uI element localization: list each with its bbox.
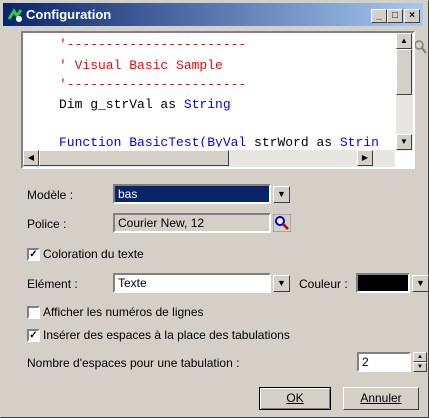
numeros-label: Afficher les numéros de lignes [43,305,204,319]
ok-button-label: OK [286,391,304,405]
window-title: Configuration [26,7,112,22]
nombre-label: Nombre d'espaces pour une tabulation : [27,356,240,370]
code-text-area[interactable]: '----------------------- ' Visual Basic … [23,33,391,147]
couleur-label: Couleur : [299,277,348,291]
code-line-6-text: Function BasicTest(ByVal [59,135,247,147]
vertical-scrollbar[interactable]: ▲ ▼ [396,33,413,151]
cancel-button-label: Annuler [360,391,402,405]
espaces-checkbox[interactable]: ✓ [27,329,40,342]
couleur-swatch[interactable] [356,273,410,293]
nombre-input[interactable]: 2 [357,352,411,372]
zoom-magnifier-icon[interactable] [413,39,427,55]
code-line-3: '----------------------- [59,77,247,92]
modele-select[interactable]: bas [113,184,271,204]
code-line-6-keyword: Strin [339,135,379,147]
cancel-button[interactable]: Annuler [343,387,419,410]
horizontal-scroll-thumb[interactable] [39,150,229,166]
app-icon [7,8,23,22]
spin-up-button[interactable]: ▲ [413,352,427,362]
font-search-icon[interactable] [273,214,291,232]
element-select[interactable]: Texte [113,273,271,293]
code-line-4: Dim g_strVal as String [59,97,231,112]
minimize-button[interactable]: _ [371,9,387,23]
coloration-checkbox[interactable]: ✓ [27,248,40,261]
scroll-right-button[interactable]: ▶ [357,150,373,166]
numeros-checkbox[interactable] [27,306,40,319]
code-line-6: Function BasicTest(ByVal strWord as Stri… [59,135,379,147]
espaces-label: Insérer des espaces à la place des tabul… [43,328,290,342]
element-label: Elément : [27,277,78,291]
code-preview[interactable]: '----------------------- ' Visual Basic … [21,31,415,169]
scroll-left-button[interactable]: ◀ [23,150,39,166]
modele-label: Modèle : [27,188,74,202]
spin-down-button[interactable]: ▼ [413,362,427,372]
police-field: Courier New, 12 [113,213,271,233]
element-dropdown-button[interactable]: ▼ [273,275,290,292]
close-button[interactable]: × [404,9,420,23]
code-line-2: ' Visual Basic Sample [59,58,223,73]
title-bar[interactable]: Configuration _ □ × [3,3,423,26]
code-line-4-keyword: String [183,97,231,112]
code-line-4-text: Dim g_strVal as [59,97,184,112]
police-label: Police : [27,217,67,231]
code-line-6-rest: strWord as [246,135,340,147]
scroll-down-button[interactable]: ▼ [396,134,412,150]
coloration-label: Coloration du texte [43,247,144,261]
modele-dropdown-button[interactable]: ▼ [273,186,290,203]
configuration-dialog: Configuration _ □ × '-------------------… [0,0,429,418]
vertical-scroll-thumb[interactable] [396,49,412,95]
code-line-1: '----------------------- [59,37,247,52]
scroll-up-button[interactable]: ▲ [396,33,412,49]
ok-button[interactable]: OK [259,387,331,410]
couleur-dropdown-button[interactable]: ▼ [412,275,429,292]
maximize-button[interactable]: □ [387,9,403,23]
horizontal-scrollbar[interactable]: ◀ ▶ [23,150,395,167]
